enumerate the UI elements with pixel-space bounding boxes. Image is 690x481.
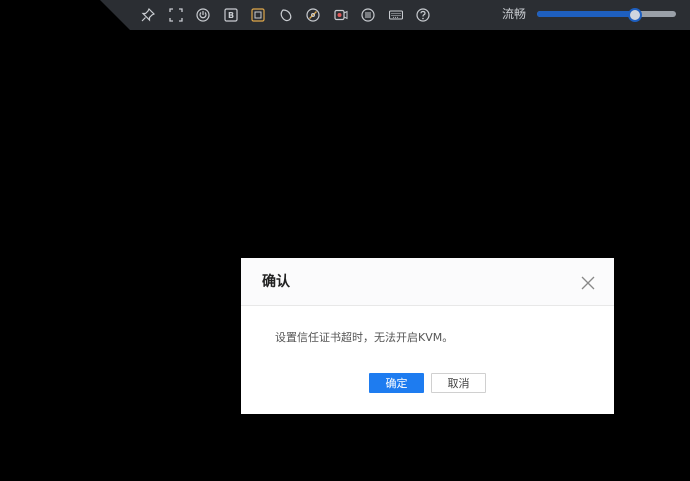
- bios-icon[interactable]: B: [223, 7, 239, 23]
- slider-thumb[interactable]: [628, 8, 642, 22]
- svg-text:B: B: [227, 11, 233, 20]
- help-icon[interactable]: [415, 7, 431, 23]
- dialog-title: 确认: [262, 274, 290, 290]
- record-icon[interactable]: [333, 7, 349, 23]
- close-icon[interactable]: [581, 275, 595, 290]
- image-icon[interactable]: [250, 7, 266, 23]
- slider-fill: [537, 11, 634, 17]
- dialog-message: 设置信任证书超时，无法开启KVM。: [275, 331, 454, 344]
- pin-icon[interactable]: [140, 7, 156, 23]
- kvm-toolbar: B 流畅: [100, 0, 690, 30]
- fullscreen-icon[interactable]: [168, 7, 184, 23]
- kvm-screen: B 流畅 确认 设置信任证书超时，无法开启KVM。 确定 取消: [0, 0, 690, 481]
- keyboard-icon[interactable]: [388, 7, 404, 23]
- confirm-button[interactable]: 确定: [369, 373, 424, 393]
- disc-icon[interactable]: [305, 7, 321, 23]
- confirm-dialog: 确认 设置信任证书超时，无法开启KVM。 确定 取消: [241, 258, 614, 414]
- quality-slider[interactable]: [537, 8, 676, 22]
- dialog-header: 确认: [241, 258, 614, 306]
- toolbar-icon-group: B: [140, 0, 443, 30]
- smoothness-label: 流畅: [502, 7, 527, 21]
- mouse-icon[interactable]: [278, 7, 294, 23]
- power-icon[interactable]: [195, 7, 211, 23]
- menu-icon[interactable]: [360, 7, 376, 23]
- cancel-button[interactable]: 取消: [431, 373, 486, 393]
